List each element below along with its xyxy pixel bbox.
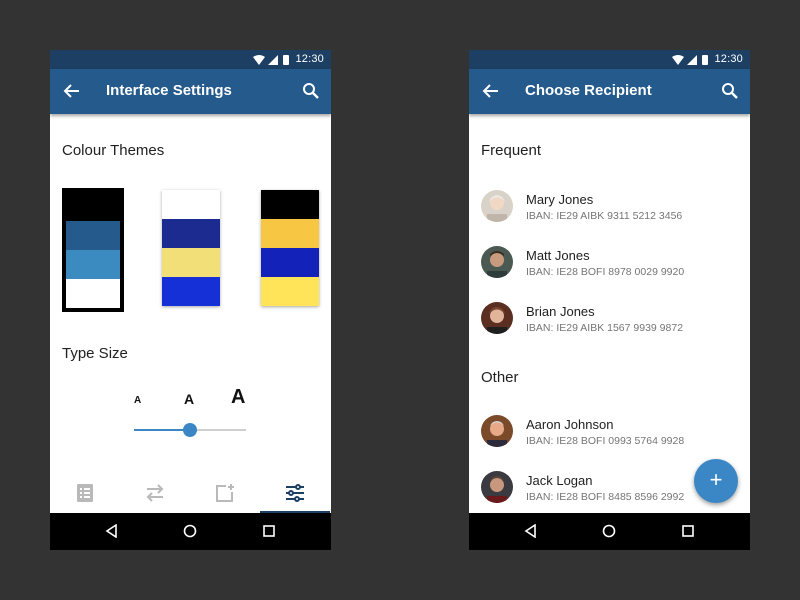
theme-swatch-black-yellow[interactable] bbox=[261, 190, 319, 306]
contact-name: Mary Jones bbox=[526, 192, 594, 207]
theme-color-stripe bbox=[162, 219, 220, 248]
frequent-heading: Frequent bbox=[481, 142, 542, 159]
nav-home-icon[interactable] bbox=[183, 524, 197, 538]
contact-row[interactable]: Brian Jones IBAN: IE29 AIBK 1567 9939 98… bbox=[469, 302, 750, 352]
theme-color-stripe bbox=[261, 277, 319, 306]
app-bar: Choose Recipient bbox=[469, 69, 750, 114]
interface-settings-screen: 12:30 Interface Settings Colour Themes T… bbox=[50, 50, 331, 550]
contact-iban: IBAN: IE28 BOFI 8485 8596 2992 bbox=[526, 491, 685, 503]
status-icons bbox=[253, 55, 289, 65]
nav-recents-icon[interactable] bbox=[681, 524, 695, 538]
theme-swatch-navy-yellow[interactable] bbox=[162, 190, 220, 306]
theme-color-stripe bbox=[66, 192, 120, 221]
theme-color-stripe bbox=[162, 248, 220, 277]
theme-color-stripe bbox=[261, 190, 319, 219]
contact-row[interactable]: Matt Jones IBAN: IE28 BOFI 8978 0029 992… bbox=[469, 246, 750, 296]
app-bar: Interface Settings bbox=[50, 69, 331, 114]
sliders-icon bbox=[286, 484, 304, 502]
contact-row[interactable]: Aaron Johnson IBAN: IE28 BOFI 0993 5764 … bbox=[469, 415, 750, 465]
wifi-icon bbox=[253, 55, 265, 65]
signal-icon bbox=[687, 55, 697, 65]
theme-color-stripe bbox=[66, 221, 120, 250]
slider-thumb[interactable] bbox=[183, 423, 197, 437]
theme-color-stripe bbox=[66, 279, 120, 308]
theme-color-stripe bbox=[66, 250, 120, 279]
status-icons bbox=[672, 55, 708, 65]
tab-settings[interactable] bbox=[260, 473, 330, 513]
colour-themes-heading: Colour Themes bbox=[62, 142, 165, 159]
signal-icon bbox=[268, 55, 278, 65]
wifi-icon bbox=[672, 55, 684, 65]
nav-back-icon[interactable] bbox=[524, 524, 538, 538]
contact-row[interactable]: Mary Jones IBAN: IE29 AIBK 9311 5212 345… bbox=[469, 190, 750, 240]
theme-color-stripe bbox=[261, 219, 319, 248]
back-arrow-icon[interactable] bbox=[63, 82, 81, 100]
search-icon[interactable] bbox=[302, 82, 320, 100]
type-size-small-label: A bbox=[134, 395, 142, 406]
contact-name: Matt Jones bbox=[526, 248, 590, 263]
system-nav-bar bbox=[50, 513, 331, 550]
avatar bbox=[481, 302, 513, 334]
contact-name: Jack Logan bbox=[526, 473, 593, 488]
contact-name: Brian Jones bbox=[526, 304, 595, 319]
contact-iban: IBAN: IE29 AIBK 9311 5212 3456 bbox=[526, 210, 683, 222]
theme-color-stripe bbox=[261, 248, 319, 277]
type-size-large-label: A bbox=[231, 386, 246, 408]
slider-fill bbox=[134, 429, 190, 431]
status-bar: 12:30 bbox=[50, 50, 331, 69]
back-arrow-icon[interactable] bbox=[482, 82, 500, 100]
type-size-heading: Type Size bbox=[62, 345, 128, 362]
choose-recipient-screen: 12:30 Choose Recipient Frequent Mary Jon… bbox=[469, 50, 750, 550]
theme-color-stripe bbox=[162, 277, 220, 306]
contact-iban: IBAN: IE28 BOFI 0993 5764 9928 bbox=[526, 435, 685, 447]
theme-color-stripe bbox=[162, 190, 220, 219]
contact-iban: IBAN: IE29 AIBK 1567 9939 9872 bbox=[526, 322, 684, 334]
theme-swatch-dark-blue[interactable] bbox=[62, 188, 124, 312]
nav-recents-icon[interactable] bbox=[262, 524, 276, 538]
search-icon[interactable] bbox=[721, 82, 739, 100]
status-time: 12:30 bbox=[295, 53, 324, 65]
add-recipient-button[interactable]: + bbox=[694, 459, 738, 503]
contact-name: Aaron Johnson bbox=[526, 417, 614, 432]
tab-list[interactable] bbox=[50, 473, 120, 513]
plus-icon: + bbox=[709, 467, 723, 492]
other-heading: Other bbox=[481, 369, 519, 386]
tab-add[interactable] bbox=[190, 473, 260, 513]
avatar bbox=[481, 246, 513, 278]
system-nav-bar bbox=[469, 513, 750, 550]
avatar bbox=[481, 471, 513, 503]
add-photo-icon bbox=[216, 484, 234, 502]
type-size-medium-label: A bbox=[184, 391, 195, 407]
tab-transfer[interactable] bbox=[120, 473, 190, 513]
status-time: 12:30 bbox=[714, 53, 743, 65]
battery-icon bbox=[283, 55, 289, 65]
avatar bbox=[481, 415, 513, 447]
page-title: Interface Settings bbox=[106, 82, 232, 99]
list-icon bbox=[77, 484, 93, 502]
bottom-navigation bbox=[50, 473, 331, 513]
transfer-icon bbox=[146, 484, 164, 502]
avatar bbox=[481, 190, 513, 222]
page-title: Choose Recipient bbox=[525, 82, 652, 99]
contact-iban: IBAN: IE28 BOFI 8978 0029 9920 bbox=[526, 266, 685, 278]
battery-icon bbox=[702, 55, 708, 65]
status-bar: 12:30 bbox=[469, 50, 750, 69]
nav-home-icon[interactable] bbox=[602, 524, 616, 538]
nav-back-icon[interactable] bbox=[105, 524, 119, 538]
